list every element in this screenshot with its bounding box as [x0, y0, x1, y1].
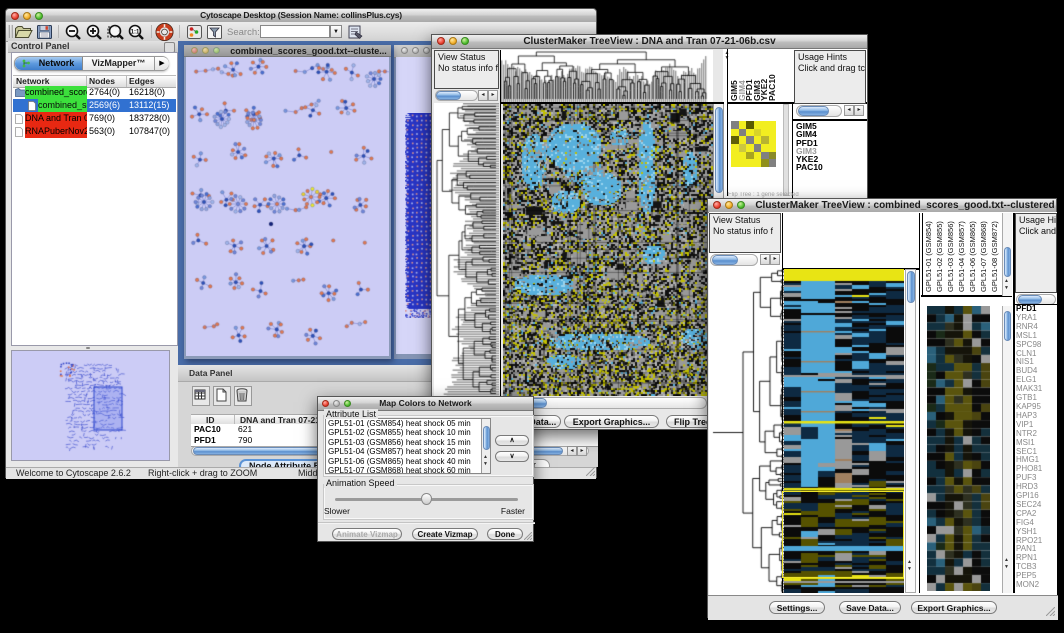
- svg-text:1:1: 1:1: [131, 30, 140, 36]
